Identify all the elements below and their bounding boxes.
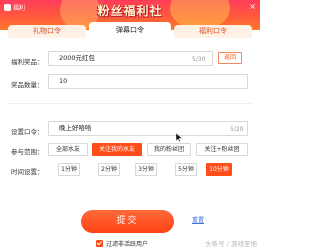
scope-option-followers[interactable]: 关注我的水友	[92, 143, 142, 156]
tab-gift-command[interactable]: 礼物口令	[8, 25, 86, 38]
checkbox-checked-icon[interactable]	[96, 240, 103, 247]
time-option-2min[interactable]: 2分钟	[98, 163, 120, 176]
scope-label: 参与范围：	[11, 148, 44, 156]
time-option-5min[interactable]: 5分钟	[175, 163, 197, 176]
watermark: 头条号 / 游戏圣地	[205, 240, 257, 248]
filter-inactive-checkbox-row[interactable]: 过滤非活跃用户	[96, 239, 148, 248]
time-option-1min[interactable]: 1分钟	[58, 163, 80, 176]
tab-danmaku-command[interactable]: 弹幕口令	[89, 22, 171, 38]
scope-option-fan-club[interactable]: 我的粉丝团	[147, 143, 191, 156]
scope-option-followers-and-fan-club[interactable]: 关注+粉丝团	[196, 143, 248, 156]
tab-bar: 礼物口令 弹幕口令 福利口令	[0, 22, 260, 38]
window-title-text: 福利	[13, 5, 26, 12]
quantity-input[interactable]: 10	[48, 74, 248, 89]
reward-input[interactable]: 2000元红包	[48, 51, 213, 66]
return-button[interactable]: 返回	[218, 52, 242, 64]
time-label: 时间设置：	[11, 168, 44, 176]
banner-title: 粉丝福利社	[97, 4, 163, 18]
command-counter: 5/20	[230, 126, 244, 133]
app-logo-icon	[4, 4, 11, 11]
reward-counter: 5/30	[192, 56, 206, 63]
time-option-3min[interactable]: 3分钟	[135, 163, 157, 176]
divider	[8, 103, 252, 104]
reward-label: 福利奖品：	[11, 58, 44, 66]
mouse-cursor-icon	[176, 133, 182, 142]
command-input[interactable]: 晚上好哈哈	[48, 121, 248, 136]
filter-inactive-label: 过滤非活跃用户	[106, 241, 149, 248]
window-title: 福利	[4, 3, 25, 12]
command-label: 设置口令：	[11, 128, 44, 136]
close-icon[interactable]: ×	[249, 2, 256, 11]
time-option-10min[interactable]: 10分钟	[206, 163, 232, 176]
submit-button[interactable]: 提交	[81, 210, 174, 233]
reset-link[interactable]: 重置	[192, 215, 204, 224]
tab-welfare-command[interactable]: 福利口令	[174, 25, 252, 38]
quantity-label: 奖品数量：	[11, 81, 44, 89]
scope-option-all[interactable]: 全部水友	[48, 143, 88, 156]
